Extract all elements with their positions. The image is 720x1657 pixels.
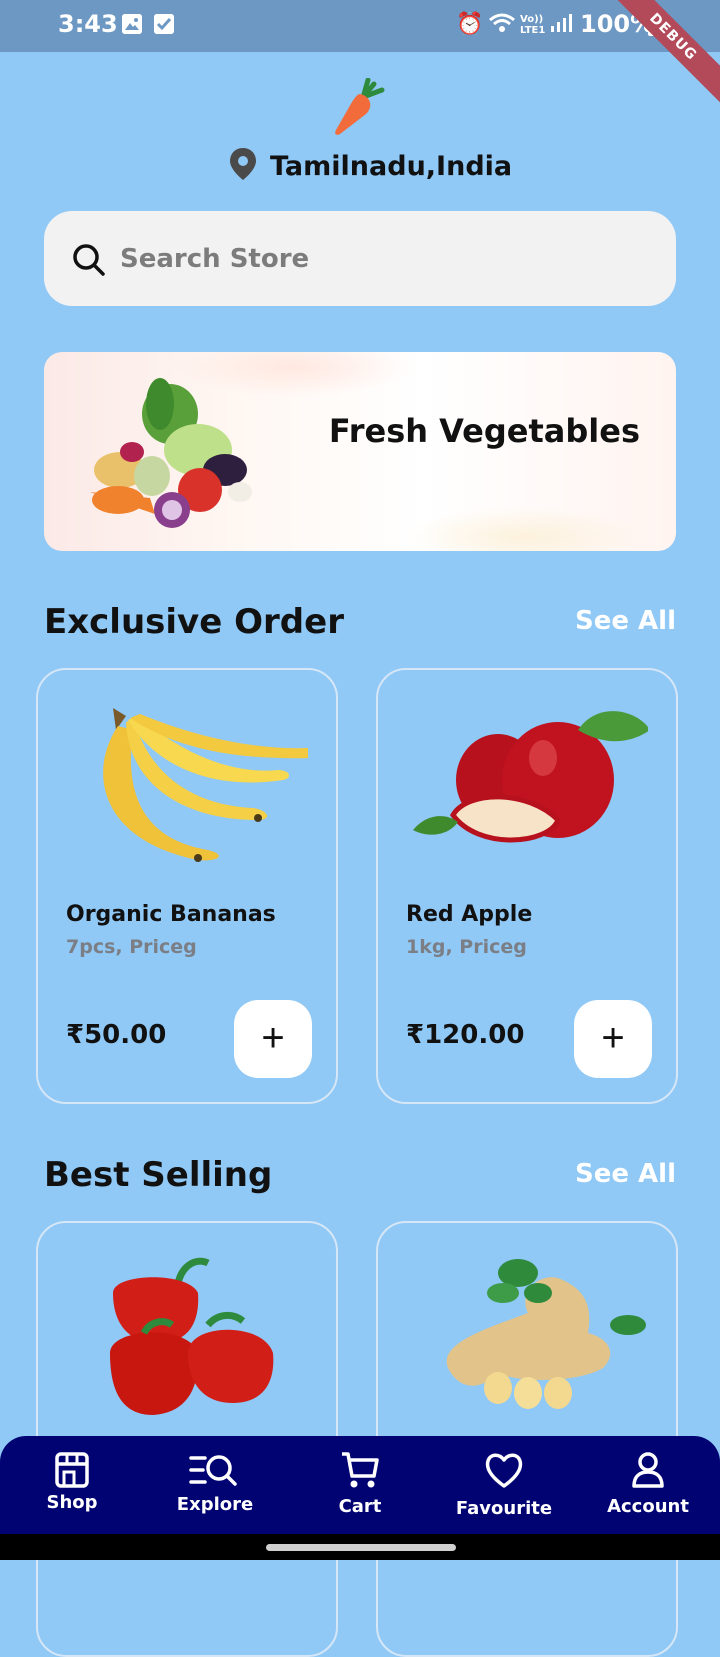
nav-label: Cart bbox=[338, 1496, 382, 1517]
product-subtitle: 7pcs, Priceg bbox=[66, 936, 197, 958]
nav-item-favourite[interactable]: Favourite bbox=[444, 1436, 564, 1534]
apple-image bbox=[408, 690, 650, 870]
search-input[interactable] bbox=[120, 211, 640, 306]
user-icon bbox=[628, 1450, 668, 1490]
add-to-cart-button[interactable]: + bbox=[234, 1000, 312, 1078]
location-label: Tamilnadu,India bbox=[270, 150, 513, 182]
see-all-exclusive-button[interactable]: See All bbox=[575, 606, 676, 636]
nav-label: Shop bbox=[46, 1492, 98, 1513]
add-to-cart-button[interactable]: + bbox=[574, 1000, 652, 1078]
product-name: Organic Bananas bbox=[66, 902, 276, 927]
product-subtitle: 1kg, Priceg bbox=[406, 936, 527, 958]
see-all-best-selling-button[interactable]: See All bbox=[575, 1159, 676, 1189]
nav-item-explore[interactable]: Explore bbox=[155, 1436, 275, 1534]
nav-item-shop[interactable]: Shop bbox=[12, 1436, 132, 1534]
bell-pepper-image bbox=[68, 1243, 308, 1423]
map-pin-icon bbox=[228, 147, 258, 185]
bottom-navigation: Shop Explore Cart Favourite Account bbox=[0, 1436, 720, 1534]
product-price: ₹50.00 bbox=[66, 1020, 167, 1050]
promo-banner[interactable]: Fresh Vegetables bbox=[44, 352, 676, 551]
banana-image bbox=[68, 690, 319, 870]
nav-label: Favourite bbox=[455, 1498, 553, 1519]
banner-title: Fresh Vegetables bbox=[328, 412, 640, 450]
vegetables-image bbox=[60, 374, 260, 534]
check-notification-icon bbox=[154, 14, 174, 34]
search-bar[interactable] bbox=[44, 211, 676, 306]
product-card-apple[interactable]: Red Apple 1kg, Priceg ₹120.00 + bbox=[376, 668, 678, 1104]
nav-label: Account bbox=[607, 1496, 689, 1517]
alarm-icon: ⏰ bbox=[456, 12, 484, 37]
home-indicator[interactable] bbox=[266, 1544, 456, 1551]
location-selector[interactable]: Tamilnadu,India bbox=[228, 146, 512, 186]
wifi-icon bbox=[488, 12, 516, 40]
cart-icon bbox=[340, 1450, 380, 1490]
explore-search-icon bbox=[187, 1450, 241, 1490]
status-time: 3:43 bbox=[58, 10, 118, 38]
carrot-logo-icon bbox=[334, 77, 386, 136]
nav-item-cart[interactable]: Cart bbox=[300, 1436, 420, 1534]
product-name: Red Apple bbox=[406, 902, 533, 927]
section-title-exclusive: Exclusive Order bbox=[44, 602, 344, 642]
nav-item-account[interactable]: Account bbox=[588, 1436, 708, 1534]
heart-icon bbox=[484, 1450, 524, 1490]
network-label: Vo)) LTE1 bbox=[520, 14, 546, 36]
search-icon bbox=[72, 243, 106, 281]
plus-icon: + bbox=[601, 1016, 625, 1060]
gallery-notification-icon bbox=[122, 14, 142, 34]
status-bar: 3:43 ⏰ Vo)) LTE1 100% bbox=[0, 0, 720, 52]
store-icon bbox=[52, 1450, 92, 1490]
product-price: ₹120.00 bbox=[406, 1020, 525, 1050]
product-card-bananas[interactable]: Organic Bananas 7pcs, Priceg ₹50.00 + bbox=[36, 668, 338, 1104]
ginger-image bbox=[408, 1243, 648, 1423]
section-title-best-selling: Best Selling bbox=[44, 1155, 273, 1195]
signal-icon bbox=[550, 12, 572, 40]
plus-icon: + bbox=[261, 1016, 285, 1060]
nav-label: Explore bbox=[176, 1494, 254, 1515]
